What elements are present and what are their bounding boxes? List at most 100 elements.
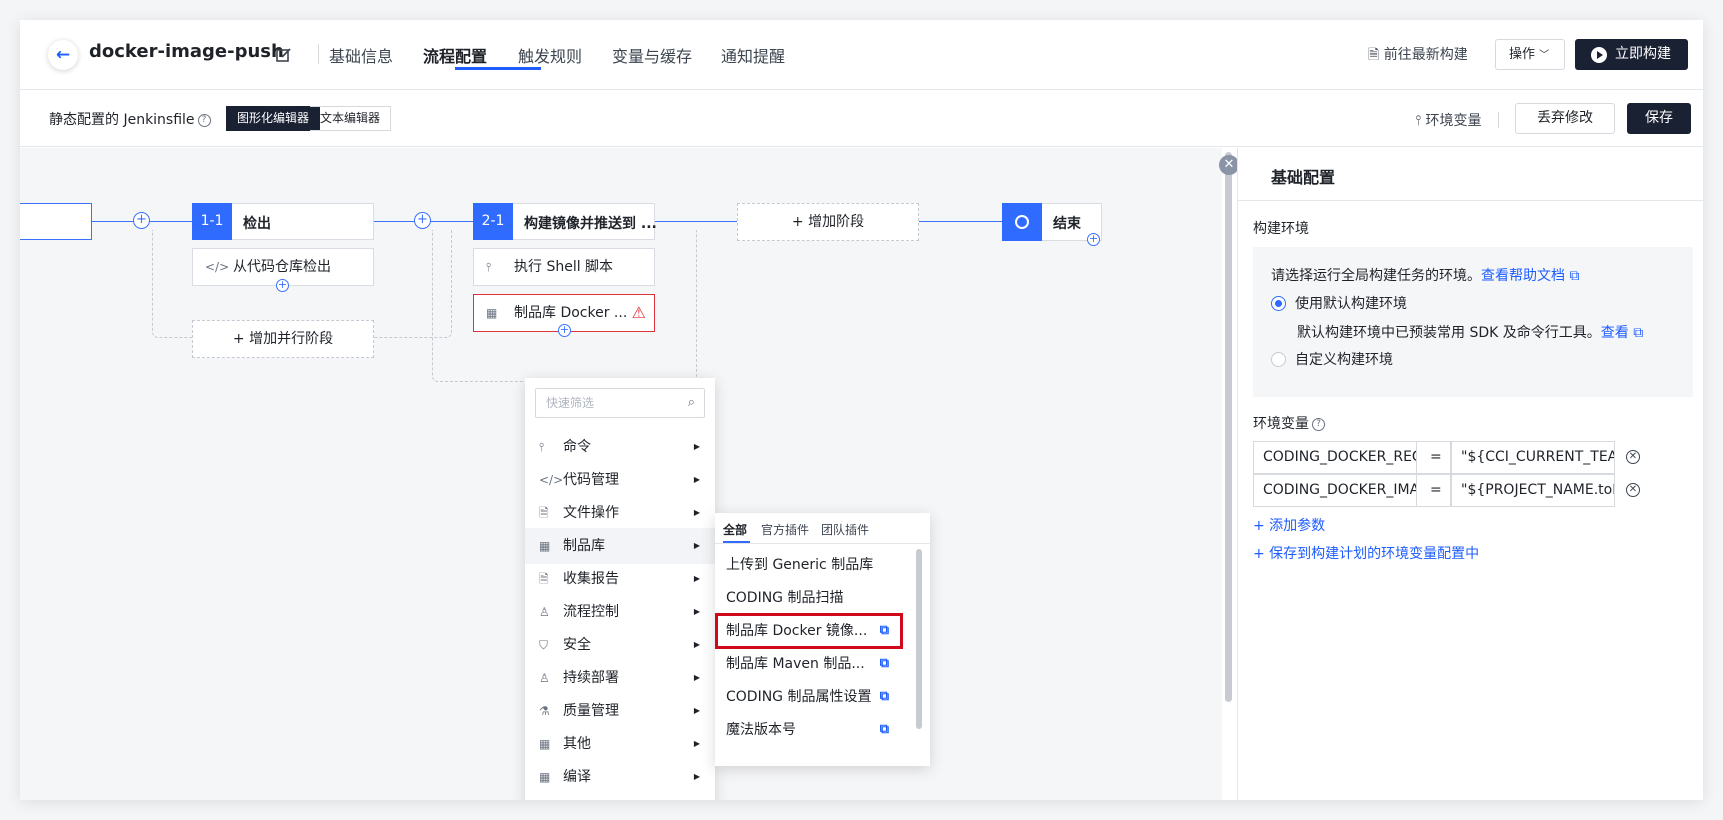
hierarchy-icon: ♙ bbox=[539, 671, 550, 685]
menu-item-quality[interactable]: ⚗ 质量管理 ▶ bbox=[525, 693, 715, 729]
add-step-plus-icon[interactable]: + bbox=[558, 324, 571, 337]
env-var-equals: = bbox=[1417, 441, 1451, 474]
env-vars-section-label: 环境变量? bbox=[1253, 413, 1325, 433]
menu-item-code-management[interactable]: </> 代码管理 ▶ bbox=[525, 462, 715, 498]
add-stage-plus-icon[interactable]: + bbox=[133, 212, 150, 229]
panel-title: 基础配置 bbox=[1271, 168, 1336, 187]
tab-basic-info[interactable]: 基础信息 bbox=[329, 43, 393, 67]
env-var-value[interactable]: "${CCI_CURRENT_TEAM bbox=[1451, 441, 1615, 474]
env-var-equals: = bbox=[1417, 474, 1451, 507]
graphical-editor-toggle[interactable]: 图形化编辑器 bbox=[226, 106, 321, 131]
env-hint: 请选择运行全局构建任务的环境。查看帮助文档 ⧉ bbox=[1271, 265, 1579, 285]
help-doc-link[interactable]: 查看帮助文档 ⧉ bbox=[1481, 268, 1579, 284]
menu-item-artifacts[interactable]: ▦ 制品库 ▶ bbox=[525, 528, 715, 564]
env-vars-button[interactable]: ⫯ 环境变量 bbox=[1415, 110, 1482, 130]
play-icon bbox=[1591, 47, 1607, 63]
submenu-scrollbar[interactable] bbox=[916, 549, 922, 729]
external-link-icon[interactable]: ⧉ bbox=[880, 646, 889, 682]
stage-name: 检出 bbox=[243, 216, 271, 232]
tab-notifications[interactable]: 通知提醒 bbox=[721, 43, 785, 67]
operations-label: 操作 bbox=[1509, 47, 1536, 62]
quick-filter-input[interactable]: 快速筛选 ⌕ bbox=[535, 388, 705, 418]
menu-item-label: 持续部署 bbox=[563, 670, 619, 686]
end-label: 结束 bbox=[1053, 216, 1081, 232]
external-link-icon[interactable]: ⧉ bbox=[880, 616, 889, 646]
remove-var-icon[interactable]: ✕ bbox=[1626, 483, 1640, 497]
menu-item-file-ops[interactable]: 🗎 文件操作 ▶ bbox=[525, 495, 715, 531]
remove-var-icon[interactable]: ✕ bbox=[1626, 450, 1640, 464]
tab-pipeline-config[interactable]: 流程配置 bbox=[423, 43, 487, 67]
start-node[interactable] bbox=[20, 203, 92, 240]
external-link-icon[interactable]: ⧉ bbox=[880, 712, 889, 740]
sliders-icon: ⫯ bbox=[486, 260, 492, 274]
divider bbox=[1238, 200, 1703, 201]
opt-custom-label: 自定义构建环境 bbox=[1295, 352, 1393, 368]
back-arrow-icon[interactable]: ← bbox=[48, 40, 78, 70]
env-hint-text: 请选择运行全局构建任务的环境。 bbox=[1271, 268, 1481, 284]
step-shell-script[interactable]: ⫯ 执行 Shell 脚本 bbox=[473, 248, 655, 286]
menu-item-reports[interactable]: 🗎 收集报告 ▶ bbox=[525, 561, 715, 597]
canvas-scrollbar[interactable] bbox=[1225, 152, 1232, 702]
env-var-key[interactable]: CODING_DOCKER_REG bbox=[1253, 441, 1417, 474]
plugin-upload-generic[interactable]: 上传到 Generic 制品库 bbox=[715, 547, 918, 583]
add-stage-plus-icon[interactable]: + bbox=[414, 212, 431, 229]
menu-item-compile[interactable]: ▦ 编译 ▶ bbox=[525, 759, 715, 795]
save-button[interactable]: 保存 bbox=[1627, 103, 1691, 134]
add-stage-plus-icon[interactable]: + bbox=[1087, 233, 1100, 246]
goto-latest-build-link[interactable]: 🗎 前往最新构建 bbox=[1368, 44, 1468, 68]
chevron-down-icon: ﹀ bbox=[1539, 50, 1550, 61]
discard-changes-button[interactable]: 丢弃修改 bbox=[1515, 103, 1615, 134]
env-var-value[interactable]: "${PROJECT_NAME.toLo bbox=[1451, 474, 1615, 507]
stage-build-image[interactable]: 2-1 构建镜像并推送到 ... bbox=[473, 203, 657, 240]
plugin-artifact-scan[interactable]: CODING 制品扫描 bbox=[715, 580, 918, 616]
run-build-button[interactable]: 立即构建 bbox=[1575, 39, 1688, 70]
plugin-artifact-props[interactable]: CODING 制品属性设置 ⧉ bbox=[715, 679, 903, 715]
help-icon[interactable]: ? bbox=[197, 113, 211, 127]
text-editor-toggle[interactable]: 文本编辑器 bbox=[310, 106, 392, 131]
menu-item-flow-control[interactable]: ♙ 流程控制 ▶ bbox=[525, 594, 715, 630]
grid-icon: ▦ bbox=[539, 539, 551, 553]
add-stage-button[interactable]: + 增加阶段 bbox=[737, 203, 919, 241]
external-link-icon: ⧉ bbox=[1569, 268, 1580, 284]
plugin-docker-image[interactable]: 制品库 Docker 镜像... ⧉ bbox=[715, 613, 903, 649]
save-to-plan-link[interactable]: + 保存到构建计划的环境变量配置中 bbox=[1253, 543, 1479, 563]
close-panel-icon[interactable]: ✕ bbox=[1219, 155, 1239, 175]
caret-right-icon: ▶ bbox=[693, 772, 700, 781]
subtab-official-plugins[interactable]: 官方插件 bbox=[761, 521, 809, 538]
external-link-icon[interactable]: ⧉ bbox=[880, 679, 889, 715]
env-vars-text: 环境变量 bbox=[1253, 416, 1309, 432]
run-build-label: 立即构建 bbox=[1615, 46, 1671, 62]
caret-right-icon: ▶ bbox=[693, 607, 700, 616]
subtab-all[interactable]: 全部 bbox=[723, 521, 747, 538]
edit-icon[interactable] bbox=[274, 45, 294, 65]
view-link[interactable]: 查看 ⧉ bbox=[1601, 325, 1643, 341]
plugin-magic-version[interactable]: 魔法版本号 ⧉ bbox=[715, 712, 903, 740]
menu-item-deploy[interactable]: ♙ 持续部署 ▶ bbox=[525, 660, 715, 696]
stage-checkout[interactable]: 1-1 检出 bbox=[192, 203, 374, 240]
menu-item-label: 收集报告 bbox=[563, 571, 619, 587]
menu-item-other[interactable]: ▦ 其他 ▶ bbox=[525, 726, 715, 762]
add-parallel-stage-button[interactable]: + 增加并行阶段 bbox=[192, 320, 374, 358]
menu-item-security[interactable]: ⛉ 安全 ▶ bbox=[525, 627, 715, 663]
subtab-team-plugins[interactable]: 团队插件 bbox=[821, 521, 869, 538]
menu-item-label: 编译 bbox=[563, 769, 591, 785]
env-var-key[interactable]: CODING_DOCKER_IMAG bbox=[1253, 474, 1417, 507]
radio-custom-env[interactable] bbox=[1271, 352, 1286, 367]
step-label: 制品库 Docker ... bbox=[514, 305, 628, 321]
tab-triggers[interactable]: 触发规则 bbox=[518, 43, 582, 67]
plugin-label: CODING 制品属性设置 bbox=[726, 689, 872, 705]
plugin-maven[interactable]: 制品库 Maven 制品... ⧉ bbox=[715, 646, 903, 682]
help-icon[interactable]: ? bbox=[1312, 417, 1325, 431]
menu-item-command[interactable]: ⫯ 命令 ▶ bbox=[525, 429, 715, 465]
active-subtab-indicator bbox=[723, 541, 750, 543]
warning-icon: ⚠ bbox=[631, 303, 646, 322]
caret-right-icon: ▶ bbox=[693, 475, 700, 484]
tab-variables-cache[interactable]: 变量与缓存 bbox=[612, 43, 692, 67]
add-param-link[interactable]: + 添加参数 bbox=[1253, 515, 1325, 535]
divider bbox=[715, 543, 930, 544]
divider bbox=[318, 44, 319, 64]
add-step-plus-icon[interactable]: + bbox=[276, 279, 289, 292]
radio-default-env[interactable] bbox=[1271, 296, 1286, 311]
operations-dropdown[interactable]: 操作 ﹀ bbox=[1495, 39, 1565, 70]
file-icon: 🗎 bbox=[1368, 47, 1384, 63]
